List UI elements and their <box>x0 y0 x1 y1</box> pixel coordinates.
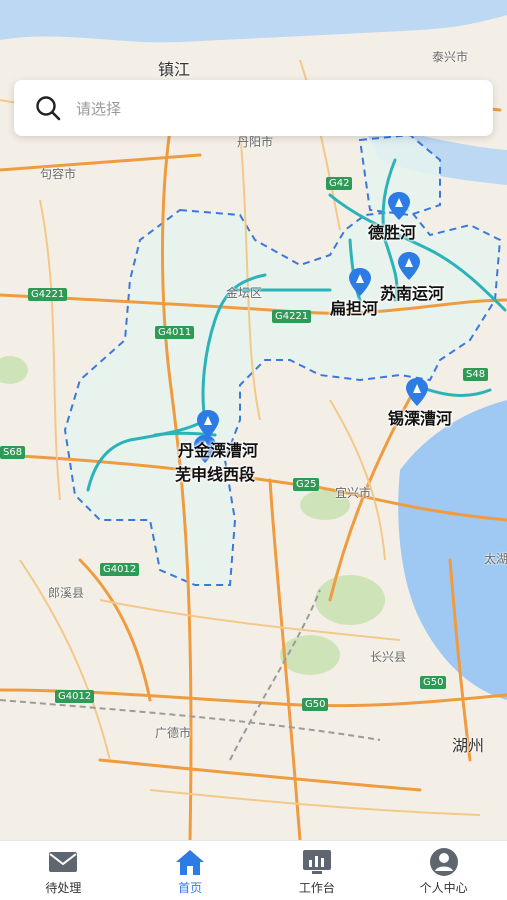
river-label-deshenghe[interactable]: 德胜河 <box>368 219 416 243</box>
home-icon <box>174 847 206 877</box>
tab-profile[interactable]: 个人中心 <box>380 841 507 900</box>
river-label-sunanyunhe[interactable]: 苏南运河 <box>380 280 444 304</box>
highway-shield: G4221 <box>272 310 312 323</box>
location-pin-icon[interactable] <box>197 410 219 438</box>
place-label: 句容市 <box>40 167 77 181</box>
river-label-danjinlicaohe[interactable]: 丹金溧漕河 <box>178 437 258 461</box>
highway-shield: G42 <box>326 177 353 190</box>
bottom-tab-bar: 待处理 首页 工作台 个人中心 <box>0 840 507 900</box>
tab-label: 待处理 <box>45 881 82 895</box>
place-label: 金坛区 <box>226 286 263 300</box>
user-icon <box>428 847 460 877</box>
tab-label: 个人中心 <box>419 881 468 895</box>
tab-pending[interactable]: 待处理 <box>0 841 127 900</box>
highway-shield: G4011 <box>155 326 195 339</box>
place-label: 湖州 <box>452 736 485 755</box>
river-label-biandanhe[interactable]: 扁担河 <box>330 295 378 319</box>
highway-shield: G4012 <box>55 690 95 703</box>
location-pin-icon[interactable] <box>388 192 410 220</box>
place-label: 太湖 <box>484 552 507 566</box>
highway-shield: G4012 <box>100 563 140 576</box>
location-pin-icon[interactable] <box>406 378 428 406</box>
place-label: 泰兴市 <box>432 50 469 64</box>
highway-shield: G25 <box>293 478 320 491</box>
tab-label: 工作台 <box>298 881 335 895</box>
highway-shield: G50 <box>420 676 447 689</box>
highway-shield: S68 <box>0 446 26 459</box>
tab-workbench[interactable]: 工作台 <box>254 841 381 900</box>
search-input[interactable]: 请选择 <box>76 98 121 119</box>
tab-home[interactable]: 首页 <box>127 841 254 900</box>
highway-shield: G4221 <box>28 288 68 301</box>
place-label: 长兴县 <box>370 650 407 664</box>
place-label: 郎溪县 <box>48 586 85 600</box>
river-label-xilicaohe[interactable]: 锡溧漕河 <box>388 405 452 429</box>
river-label-wushenxian[interactable]: 芜申线西段 <box>175 461 255 485</box>
highway-shield: G50 <box>302 698 329 711</box>
workbench-icon <box>301 847 333 877</box>
tab-label: 首页 <box>178 881 203 895</box>
place-label: 镇江 <box>158 60 191 79</box>
highway-shield: S48 <box>463 368 489 381</box>
search-icon <box>36 96 61 121</box>
location-pin-icon[interactable] <box>398 252 420 280</box>
search-bar[interactable]: 请选择 <box>14 80 493 136</box>
place-label: 宜兴市 <box>335 486 372 500</box>
location-pin-icon[interactable] <box>349 268 371 296</box>
mail-icon <box>47 847 79 877</box>
place-label: 广德市 <box>155 726 192 740</box>
